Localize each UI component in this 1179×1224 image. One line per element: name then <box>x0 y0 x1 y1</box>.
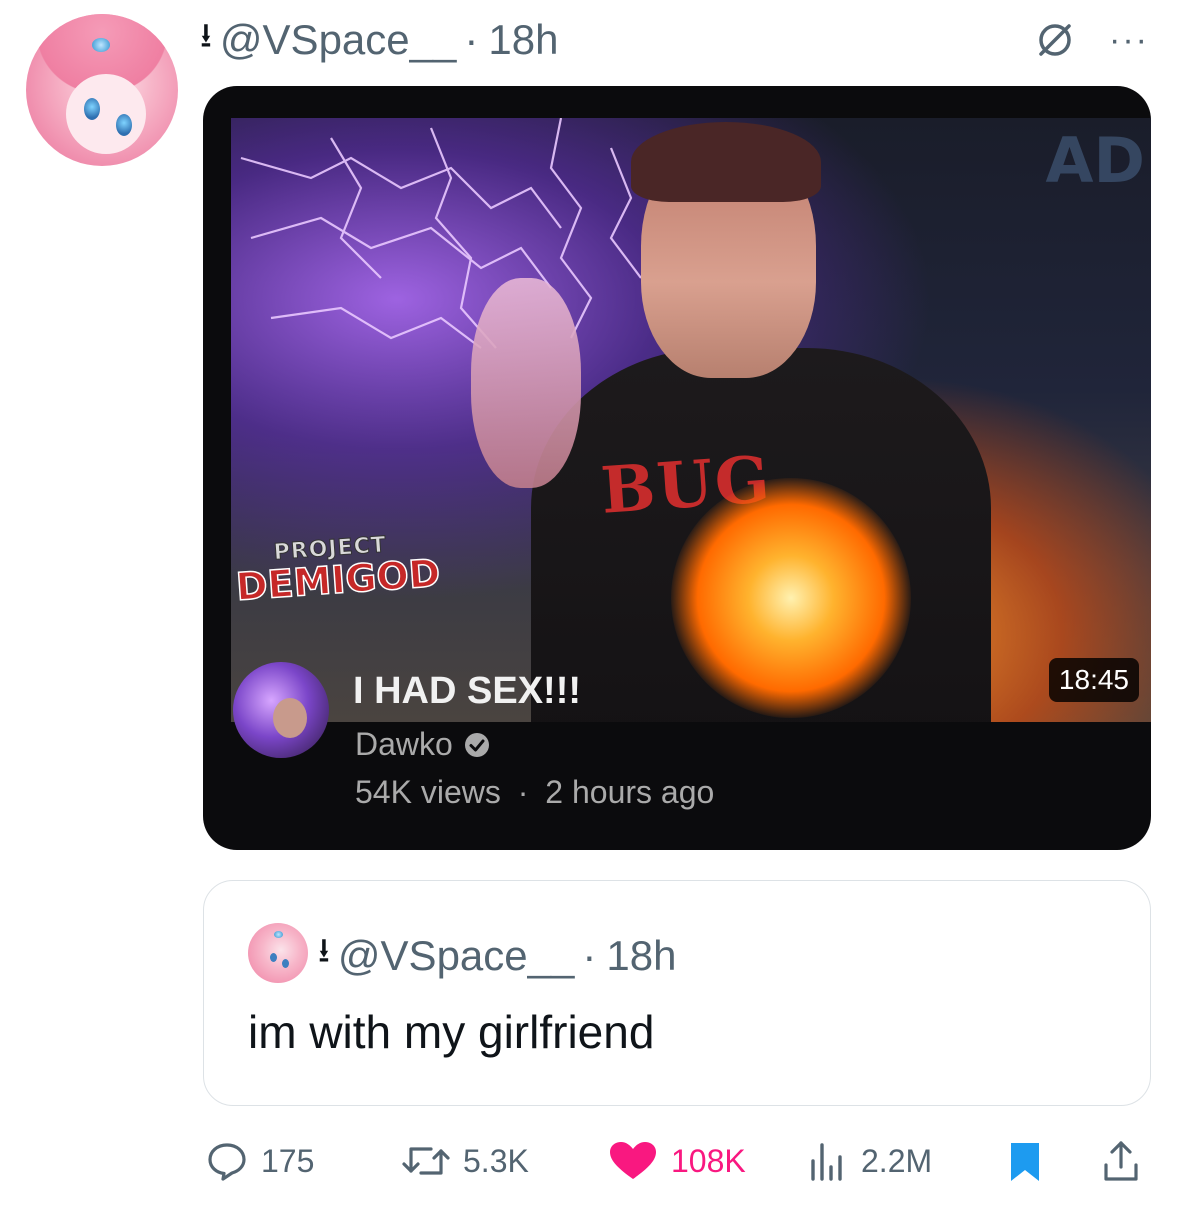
video-title[interactable]: I HAD SEX!!! <box>353 670 581 713</box>
meta-separator: · <box>517 774 529 810</box>
video-meta: 54K views · 2 hours ago <box>355 774 714 811</box>
reply-icon <box>208 1143 246 1181</box>
header-actions: ··· <box>1035 20 1149 60</box>
bookmark-icon <box>1011 1143 1039 1181</box>
avatar-gem <box>92 38 110 52</box>
person-hand <box>471 278 581 488</box>
analytics-icon <box>811 1143 842 1181</box>
avatar-eye-left <box>84 98 100 120</box>
author-handle[interactable]: @VSpace__ <box>220 16 456 64</box>
reply-count: 175 <box>261 1142 315 1179</box>
repost-icon <box>402 1147 450 1175</box>
more-icon[interactable]: ··· <box>1109 23 1149 57</box>
bookmark-button[interactable] <box>1005 1138 1057 1184</box>
avatar-eye-left <box>270 953 277 962</box>
video-duration: 18:45 <box>1048 658 1139 702</box>
like-button[interactable]: 108K <box>607 1138 746 1184</box>
like-count: 108K <box>671 1142 746 1179</box>
tweet-time[interactable]: 18h <box>488 16 558 64</box>
channel-row: Dawko <box>355 726 491 763</box>
project-demigod-logo: PROJECT DEMIGOD <box>233 529 443 610</box>
quoted-tweet-header: ⭳ @VSpace__ · 18h <box>318 927 676 984</box>
share-icon <box>1104 1141 1138 1181</box>
channel-name[interactable]: Dawko <box>355 726 453 763</box>
person-hair <box>631 122 821 202</box>
quoted-tweet-text: im with my girlfriend <box>248 1006 655 1058</box>
view-count: 2.2M <box>861 1142 933 1179</box>
avatar-gem <box>274 931 283 938</box>
channel-avatar-face <box>273 698 307 738</box>
header-separator: · <box>464 16 479 63</box>
video-thumbnail[interactable]: BUG AD PROJECT DEMIGOD 18:45 <box>231 118 1151 722</box>
logo-bottom-text: DEMIGOD <box>234 550 443 610</box>
pin-icon: ⭳ <box>200 16 212 55</box>
video-posted: 2 hours ago <box>545 774 715 810</box>
reply-button[interactable]: 175 <box>205 1138 314 1184</box>
header-separator: · <box>582 931 597 979</box>
pin-icon: ⭳ <box>318 932 330 970</box>
channel-avatar[interactable] <box>233 662 329 758</box>
avatar-eye-right <box>282 959 289 968</box>
quoted-tweet[interactable]: ⭳ @VSpace__ · 18h im with my girlfriend <box>203 880 1151 1106</box>
heart-icon <box>610 1142 656 1179</box>
repost-count: 5.3K <box>463 1142 529 1179</box>
media-card[interactable]: BUG AD PROJECT DEMIGOD 18:45 I HAD SEX!!… <box>203 86 1151 850</box>
verified-check-icon <box>464 732 489 757</box>
tweet-header: ⭳ @VSpace__ · 18h <box>200 14 558 66</box>
action-bar: 175 5.3K 108K 2.2M <box>205 1138 1145 1184</box>
views-button[interactable]: 2.2M <box>805 1138 932 1184</box>
avatar-face <box>66 74 146 154</box>
quoted-author-avatar[interactable] <box>248 923 308 983</box>
fire-effect <box>671 478 911 718</box>
share-button[interactable] <box>1101 1138 1153 1184</box>
quoted-tweet-time[interactable]: 18h <box>606 932 676 980</box>
ad-mark: AD <box>1045 124 1145 197</box>
video-views: 54K views <box>355 774 501 810</box>
quoted-author-handle[interactable]: @VSpace__ <box>338 932 574 980</box>
repost-button[interactable]: 5.3K <box>401 1138 529 1184</box>
no-symbol-icon <box>1039 24 1071 56</box>
avatar-eye-right <box>116 114 132 136</box>
author-avatar[interactable] <box>26 14 178 166</box>
